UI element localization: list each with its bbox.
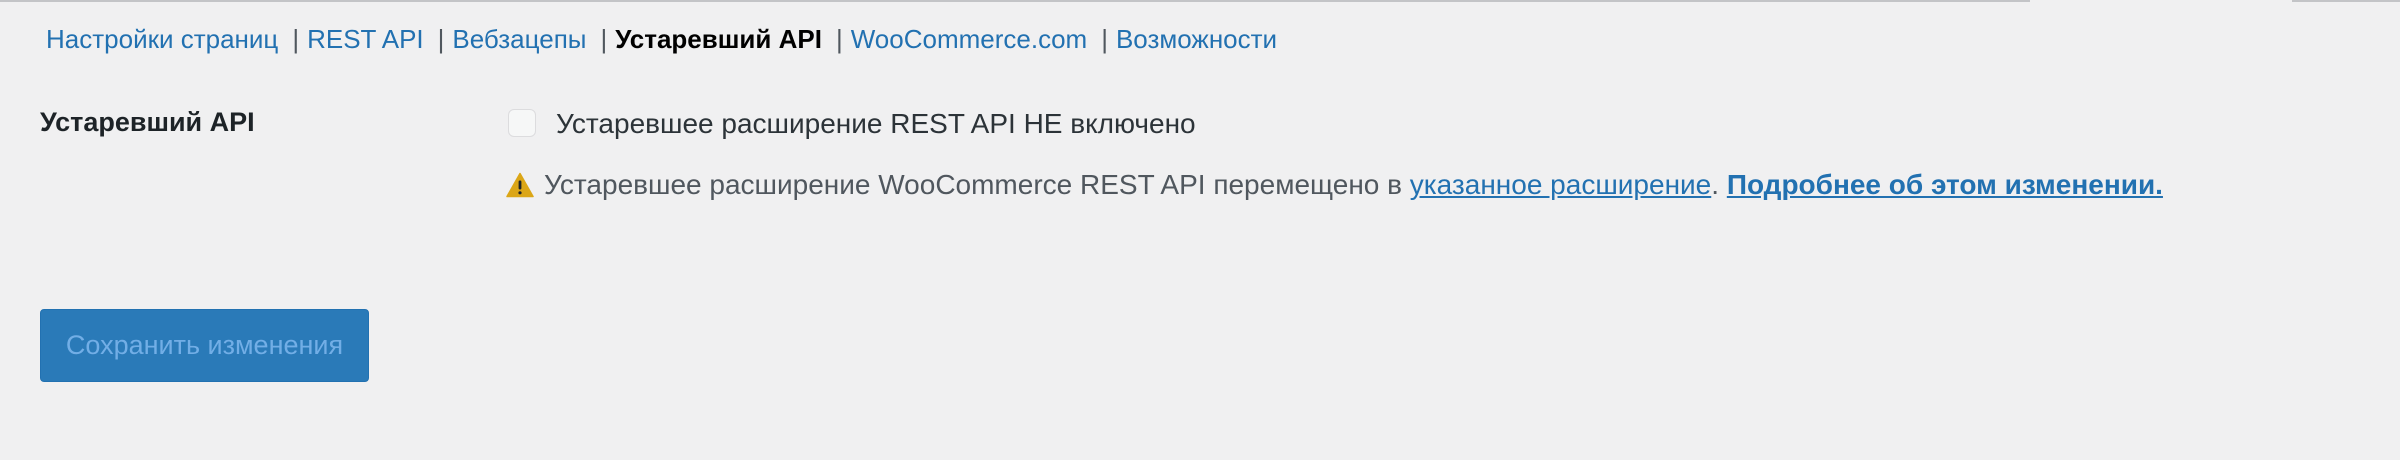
notice-text: Устаревшее расширение WooCommerce REST A…	[544, 169, 1403, 200]
extension-link[interactable]: указанное расширение	[1410, 169, 1711, 201]
settings-subnav: Настройки страниц | REST API | Вебзацепы…	[46, 22, 1277, 56]
subnav-item-legacy-api[interactable]: Устаревший API	[615, 24, 822, 55]
subnav-item-features[interactable]: Возможности	[1116, 24, 1277, 55]
notice-period: .	[1711, 169, 1720, 200]
subnav-item-webhooks[interactable]: Вебзацепы	[452, 24, 586, 55]
subnav-separator: |	[600, 23, 608, 54]
subnav-separator: |	[437, 23, 445, 54]
legacy-api-checkbox[interactable]	[508, 109, 536, 137]
subnav-item-woocommerce-com[interactable]: WooCommerce.com	[851, 24, 1087, 55]
legacy-api-notice: Устаревшее расширение WooCommerce REST A…	[506, 169, 2163, 201]
subnav-separator: |	[835, 23, 843, 54]
top-divider	[0, 0, 2030, 2]
warning-icon	[506, 172, 534, 198]
subnav-separator: |	[292, 23, 300, 54]
subnav-separator: |	[1101, 23, 1108, 54]
subnav-item-rest-api[interactable]: REST API	[307, 24, 424, 55]
setting-label: Устаревший API	[40, 107, 255, 137]
top-divider-right	[2292, 0, 2400, 2]
subnav-item-page-settings[interactable]: Настройки страниц	[46, 24, 278, 55]
learn-more-link[interactable]: Подробнее об этом изменении.	[1727, 169, 2163, 201]
legacy-api-checkbox-label[interactable]: Устаревшее расширение REST API НЕ включе…	[556, 108, 1196, 140]
save-changes-button[interactable]: Сохранить изменения	[40, 309, 369, 382]
